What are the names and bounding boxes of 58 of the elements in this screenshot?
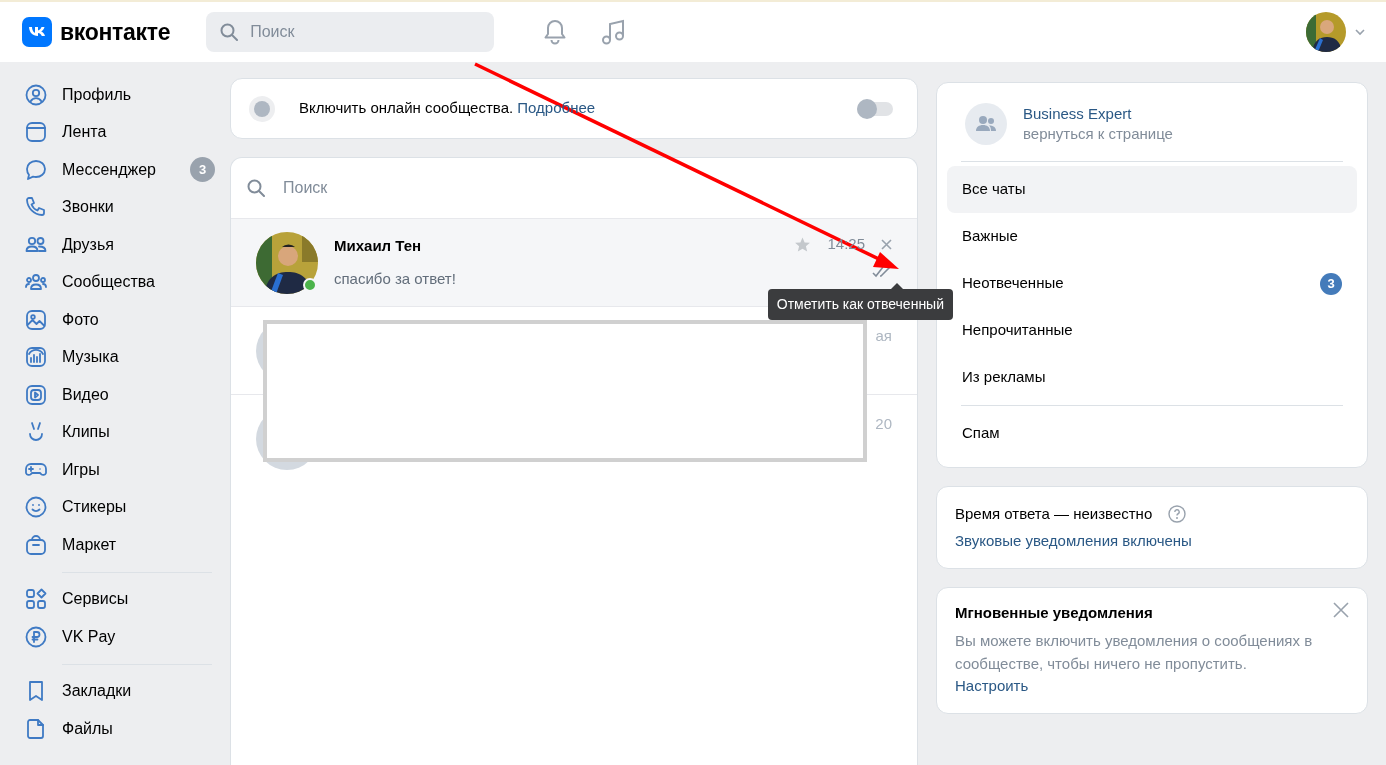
sidebar-item[interactable]: Мессенджер 3 <box>24 151 215 189</box>
feed-icon <box>24 120 48 145</box>
toggle-switch[interactable] <box>857 101 893 116</box>
sound-link[interactable]: Звуковые уведомления включены <box>955 529 1192 552</box>
grid-icon <box>24 587 48 612</box>
sidebar-item[interactable]: Профиль <box>24 76 215 114</box>
chat-search-field[interactable]: Поиск <box>281 175 901 201</box>
double-check-icon[interactable] <box>872 265 892 278</box>
sidebar-item[interactable]: Музыка <box>24 338 215 376</box>
sidebar-item[interactable]: Лента <box>24 113 215 151</box>
time-label: ая <box>875 326 892 346</box>
sidebar-item[interactable]: Игры <box>24 451 215 489</box>
time-label: 20 <box>875 414 892 434</box>
folder-item[interactable]: Из рекламы <box>947 354 1357 401</box>
community-icon[interactable] <box>965 103 1007 145</box>
close-icon[interactable] <box>881 238 892 250</box>
search-field[interactable]: Поиск <box>206 12 495 52</box>
image-icon <box>24 307 48 332</box>
sidebar-item[interactable]: Закладки <box>24 672 215 710</box>
sidebar-item[interactable]: Маркет <box>24 526 215 564</box>
help-icon[interactable] <box>1168 505 1187 524</box>
count-badge: 3 <box>190 157 215 183</box>
status-dot-icon <box>249 95 275 122</box>
sidebar-item[interactable]: Видео <box>24 376 215 414</box>
sidebar-item[interactable]: Звонки <box>24 188 215 226</box>
message-preview: спасибо за ответ! <box>334 268 457 289</box>
tooltip: Отметить как отвеченный <box>767 289 953 320</box>
person-icon <box>24 82 48 107</box>
setup-link[interactable]: Настроить <box>955 676 1029 694</box>
ruble-icon <box>24 624 48 649</box>
community-name[interactable]: Business Expert <box>1023 104 1173 124</box>
sidebar-item[interactable]: Сообщества <box>24 263 215 301</box>
notify-title: Мгновенные уведомления <box>955 603 1153 623</box>
logo-text[interactable]: вконтакте <box>60 14 171 50</box>
contact-name: Михаил Тен <box>334 236 423 256</box>
star-icon[interactable] <box>794 235 812 253</box>
logo-icon[interactable] <box>22 17 52 47</box>
sidebar-item[interactable]: Файлы <box>24 710 215 748</box>
chat-bubble-icon <box>24 157 48 182</box>
sidebar-item[interactable]: Друзья <box>24 226 215 264</box>
notify-text: Вы можете включить уведомления о сообщениях в сообществе, чтобы ничего не пропустить. <box>955 630 1314 674</box>
count-badge: 3 <box>1320 272 1342 295</box>
sidebar-item[interactable]: Сервисы <box>24 580 215 618</box>
sidebar-item[interactable]: VK Pay <box>24 618 215 656</box>
search-icon <box>247 179 265 197</box>
caret-icon[interactable] <box>1354 28 1366 36</box>
play-icon <box>24 382 48 407</box>
folder-item[interactable]: Все чаты <box>947 166 1357 213</box>
sidebar-item[interactable]: Фото <box>24 301 215 339</box>
sidebar-item[interactable]: Клипы <box>24 413 215 451</box>
tooltip-pointer <box>891 283 903 289</box>
smiley-icon <box>24 495 48 520</box>
close-icon[interactable] <box>1333 602 1349 618</box>
folder-item[interactable]: Спам <box>947 410 1357 457</box>
sidebar-item[interactable]: Стикеры <box>24 488 215 526</box>
bag-icon <box>24 532 48 557</box>
response-time-text: Время ответа — неизвестно <box>955 504 1153 524</box>
music-bars-icon <box>24 345 48 370</box>
